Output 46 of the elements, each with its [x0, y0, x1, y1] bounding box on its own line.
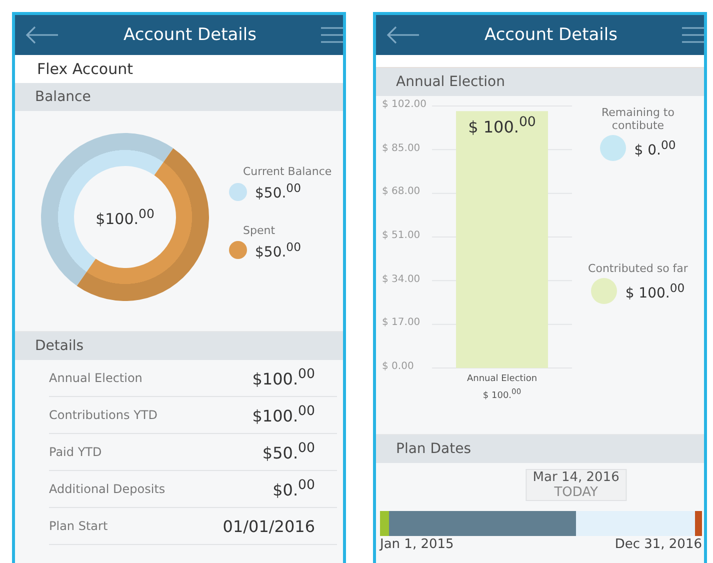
axis-label: $ 0.00 — [382, 361, 414, 372]
axis-label: $ 68.00 — [382, 186, 420, 198]
legend-label: Spent — [243, 224, 276, 237]
legend-amount: $50.$^{00}$ — [255, 181, 302, 202]
axis-label: $ 34.00 — [382, 274, 420, 285]
section-header: Annual Election — [376, 68, 704, 96]
legend-amount: $ 0.$^{00}$ — [634, 138, 676, 158]
detail-value: $100.$^{00}$ — [252, 367, 315, 389]
total-amount: $100.$^{00}$ — [96, 206, 154, 228]
legend-amount: $50.$^{00}$ — [255, 240, 302, 261]
axis-label: $ 51.00 — [382, 230, 420, 241]
legend-label: Contributed so far — [588, 262, 688, 275]
detail-label: Annual Election — [49, 371, 142, 385]
start-date: Jan 1, 2015 — [380, 537, 454, 552]
detail-label: Paid YTD — [49, 445, 102, 459]
menu-icon[interactable] — [320, 26, 343, 44]
detail-value: $0.$^{00}$ — [272, 478, 315, 500]
end-date: Dec 31, 2016 — [614, 537, 702, 552]
screen-title: Account Details — [124, 25, 256, 45]
legend-amount: $ 100.$^{00}$ — [625, 280, 685, 302]
axis-label: $ 102.00 — [382, 99, 427, 110]
section-header: Details — [15, 331, 343, 360]
back-arrow-icon[interactable] — [386, 26, 420, 44]
account-name: Flex Account — [15, 55, 343, 83]
today-date: Mar 14, 2016 — [532, 470, 620, 485]
start-marker — [380, 511, 389, 536]
category-label: Annual Election — [466, 374, 538, 384]
detail-label: Plan Start — [49, 519, 108, 533]
detail-label: Additional Deposits — [49, 482, 166, 496]
detail-value: $50.$^{00}$ — [262, 441, 315, 463]
axis-label: $ 85.00 — [382, 142, 420, 154]
section-header: Plan Dates — [376, 434, 704, 463]
detail-value: $100.$^{00}$ — [252, 404, 315, 426]
today-label: TODAY — [554, 485, 598, 500]
category-amount: $ 100.$^{00}$ — [482, 387, 522, 401]
section-header: Balance — [15, 83, 343, 111]
menu-icon[interactable] — [682, 26, 704, 44]
detail-value: 01/01/2016 — [222, 516, 315, 536]
legend-label: Current Balance — [243, 165, 332, 178]
end-marker — [695, 511, 702, 536]
axis-label: $ 17.00 — [382, 317, 420, 328]
legend-label: Remaining to contibute — [600, 106, 676, 132]
back-arrow-icon[interactable] — [25, 26, 59, 44]
bar-value-label: $ 100.$^{00}$ — [467, 115, 537, 136]
detail-label: Contributions YTD — [49, 408, 158, 422]
screen-title: Account Details — [484, 25, 618, 45]
